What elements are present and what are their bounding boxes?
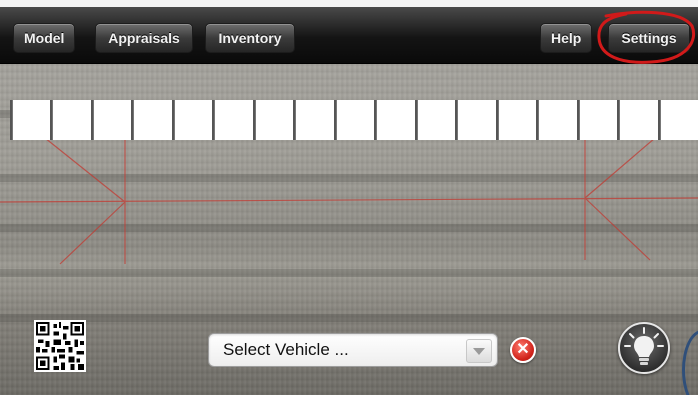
chevron-down-icon[interactable]: [466, 339, 492, 363]
pavement-band: [0, 314, 698, 322]
close-icon: ✕: [516, 341, 530, 358]
help-button[interactable]: Help: [540, 23, 592, 53]
appraisals-button[interactable]: Appraisals: [95, 23, 193, 53]
pavement-band: [0, 174, 698, 182]
light-bulb-icon: [624, 327, 664, 365]
strip-cell: [619, 100, 658, 140]
strip-cell: [457, 100, 496, 140]
strip-cell: [173, 100, 213, 140]
measurement-strip: [10, 100, 698, 140]
strip-cell: [538, 100, 577, 140]
strip-cell: [497, 100, 537, 140]
strip-cell: [254, 100, 294, 140]
inventory-button[interactable]: Inventory: [205, 23, 295, 53]
light-toggle-button[interactable]: [618, 322, 670, 374]
settings-button[interactable]: Settings: [608, 23, 690, 53]
camera-screen: Model Appraisals Inventory Help Settings…: [0, 0, 698, 395]
strip-cell: [12, 100, 51, 140]
strip-cell: [376, 100, 415, 140]
top-toolbar: Model Appraisals Inventory Help Settings: [0, 0, 698, 64]
model-button[interactable]: Model: [13, 23, 75, 53]
strip-cell: [214, 100, 253, 140]
strip-cell: [52, 100, 91, 140]
pavement-band: [0, 224, 698, 232]
strip-cell: [295, 100, 334, 140]
strip-cell: [416, 100, 456, 140]
strip-cell: [659, 100, 698, 140]
clear-selection-button[interactable]: ✕: [510, 337, 536, 363]
vehicle-select-value: Select Vehicle ...: [223, 340, 349, 359]
vehicle-select[interactable]: Select Vehicle ...: [208, 333, 498, 367]
strip-cell: [133, 100, 172, 140]
pavement-band: [0, 269, 698, 277]
strip-cell: [92, 100, 132, 140]
qr-code-icon[interactable]: [34, 320, 86, 372]
strip-cell: [335, 100, 375, 140]
strip-cell: [578, 100, 618, 140]
